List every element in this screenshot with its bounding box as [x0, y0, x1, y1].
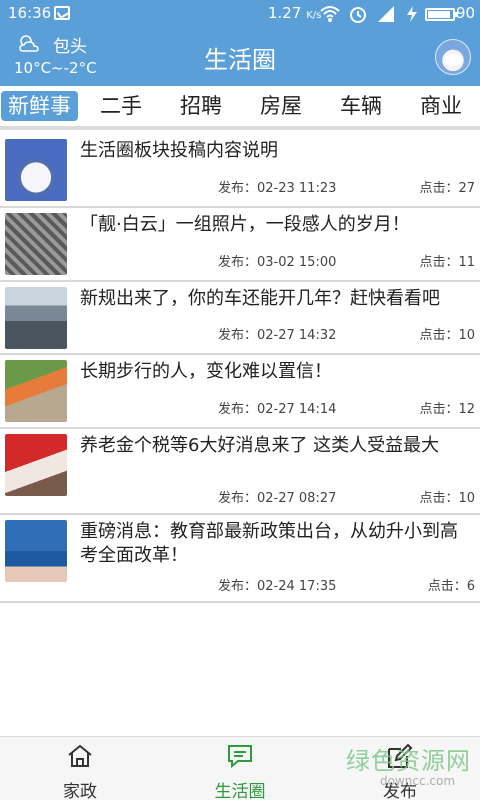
watermark: 绿色资源网: [346, 747, 471, 775]
tab-jobs[interactable]: 招聘: [175, 86, 227, 126]
status-bar: 16:36 1.27 K/s 90: [0, 0, 480, 28]
battery-icon: [425, 8, 458, 21]
avatar[interactable]: [435, 39, 471, 75]
message-icon: [54, 6, 70, 20]
network-speed: 1.27 K/s: [268, 4, 321, 22]
list-item[interactable]: 重磅消息：教育部最新政策出台，从幼升小到高考全面改革！ 发布：02-24 17:…: [0, 515, 480, 603]
nav-housekeeping[interactable]: 家政: [0, 737, 160, 800]
post-date: 发布：03-02 15:00: [218, 255, 337, 270]
post-title: 新规出来了，你的车还能开几年？赶快看看吧: [80, 288, 440, 309]
tab-business[interactable]: 商业: [415, 86, 467, 126]
list-item[interactable]: 养老金个税等6大好消息来了 这类人受益最大 发布：02-27 08:27 点击：…: [0, 429, 480, 515]
post-thumbnail: [5, 434, 67, 496]
list-item[interactable]: 新规出来了，你的车还能开几年？赶快看看吧 发布：02-27 14:32 点击：1…: [0, 282, 480, 355]
nav-label: 家政: [63, 782, 97, 800]
list-item[interactable]: 生活圈板块投稿内容说明 发布：02-23 11:23 点击：27: [0, 134, 480, 208]
post-title: 重磅消息：教育部最新政策出台，从幼升小到高考全面改革！: [80, 521, 458, 566]
post-date: 发布：02-24 17:35: [218, 579, 337, 594]
list-item[interactable]: 「靓·白云」一组照片，一段感人的岁月！ 发布：03-02 15:00 点击：11: [0, 208, 480, 282]
post-date: 发布：02-27 14:32: [218, 328, 337, 343]
watermark-url: downcc.com: [380, 774, 456, 788]
post-date: 发布：02-23 11:23: [218, 181, 337, 196]
post-thumbnail: [5, 213, 67, 275]
wifi-icon: [320, 6, 340, 22]
network-speed-value: 1.27: [268, 4, 302, 22]
post-title: 「靓·白云」一组照片，一段感人的岁月！: [80, 214, 410, 235]
post-thumbnail: [5, 360, 67, 422]
home-icon: [68, 744, 92, 767]
nav-life-circle[interactable]: 生活圈: [160, 737, 320, 800]
status-time: 16:36: [8, 4, 52, 22]
battery-percent: 90: [456, 4, 476, 22]
tab-vehicles[interactable]: 车辆: [335, 86, 387, 126]
signal-icon: [378, 6, 394, 22]
post-clicks: 点击：6: [427, 579, 475, 594]
alarm-icon: [350, 7, 366, 23]
post-list: 生活圈板块投稿内容说明 发布：02-23 11:23 点击：27 「靓·白云」一…: [0, 134, 480, 603]
page-title: 生活圈: [204, 46, 276, 74]
chat-icon: [228, 745, 252, 769]
charging-icon: [407, 6, 417, 22]
post-title: 生活圈板块投稿内容说明: [80, 140, 278, 161]
nav-label: 生活圈: [214, 782, 266, 800]
post-clicks: 点击：10: [419, 491, 475, 506]
post-thumbnail: [5, 139, 67, 201]
post-thumbnail: [5, 287, 67, 349]
tab-housing[interactable]: 房屋: [255, 86, 307, 126]
app-header: 包头 10°C~-2°C 生活圈: [0, 28, 480, 86]
category-tabs: 新鲜事 二手 招聘 房屋 车辆 商业: [0, 86, 480, 130]
post-date: 发布：02-27 14:14: [218, 402, 337, 417]
post-clicks: 点击：27: [419, 181, 475, 196]
post-title: 养老金个税等6大好消息来了 这类人受益最大: [80, 435, 440, 456]
post-thumbnail: [5, 520, 67, 582]
tab-news[interactable]: 新鲜事: [1, 91, 78, 121]
post-title: 长期步行的人，变化难以置信！: [80, 361, 332, 382]
tab-secondhand[interactable]: 二手: [95, 86, 147, 126]
post-clicks: 点击：12: [419, 402, 475, 417]
post-clicks: 点击：11: [419, 255, 475, 270]
post-date: 发布：02-27 08:27: [218, 491, 337, 506]
post-clicks: 点击：10: [419, 328, 475, 343]
list-item[interactable]: 长期步行的人，变化难以置信！ 发布：02-27 14:14 点击：12: [0, 355, 480, 429]
